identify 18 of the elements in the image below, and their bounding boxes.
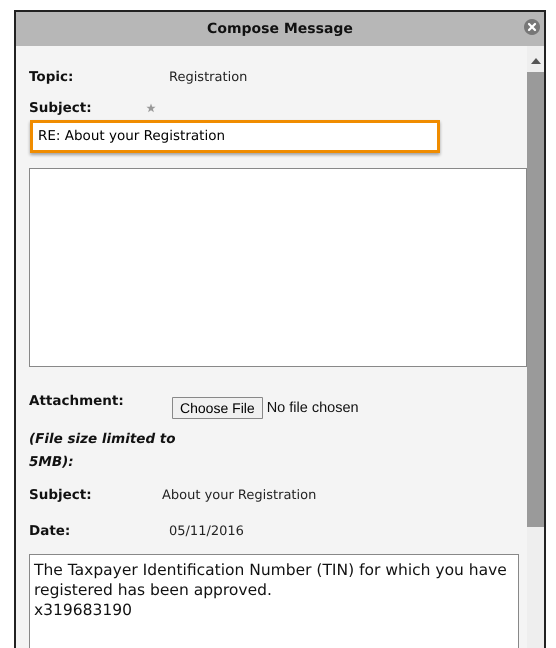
- message-body-field[interactable]: [29, 168, 527, 367]
- file-status: No file chosen: [266, 400, 359, 416]
- scrollbar-thumb[interactable]: [527, 72, 544, 527]
- message-text-box: The Taxpayer Identification Number (TIN) for which you have registered has been approved. x319683190: [29, 554, 519, 648]
- topic-label: Topic:: [29, 69, 74, 85]
- date-label: Date:: [29, 522, 72, 539]
- file-size-note: (File size limited to 5MB):: [29, 430, 177, 472]
- topic-value: Registration: [169, 70, 248, 85]
- choose-file-button[interactable]: Choose File: [172, 396, 263, 419]
- window-title: Compose Message: [207, 21, 353, 37]
- scroll-up-icon[interactable]: [530, 58, 540, 64]
- attachment-label: Attachment:: [29, 392, 125, 409]
- close-icon[interactable]: [524, 19, 540, 35]
- subject-field[interactable]: RE: About your Registration: [30, 120, 440, 153]
- scrollbar[interactable]: [527, 46, 544, 648]
- date-value: 05/11/2016: [169, 524, 244, 539]
- subject-value: About your Registration: [162, 488, 316, 503]
- subject-label: Subject:: [29, 100, 93, 116]
